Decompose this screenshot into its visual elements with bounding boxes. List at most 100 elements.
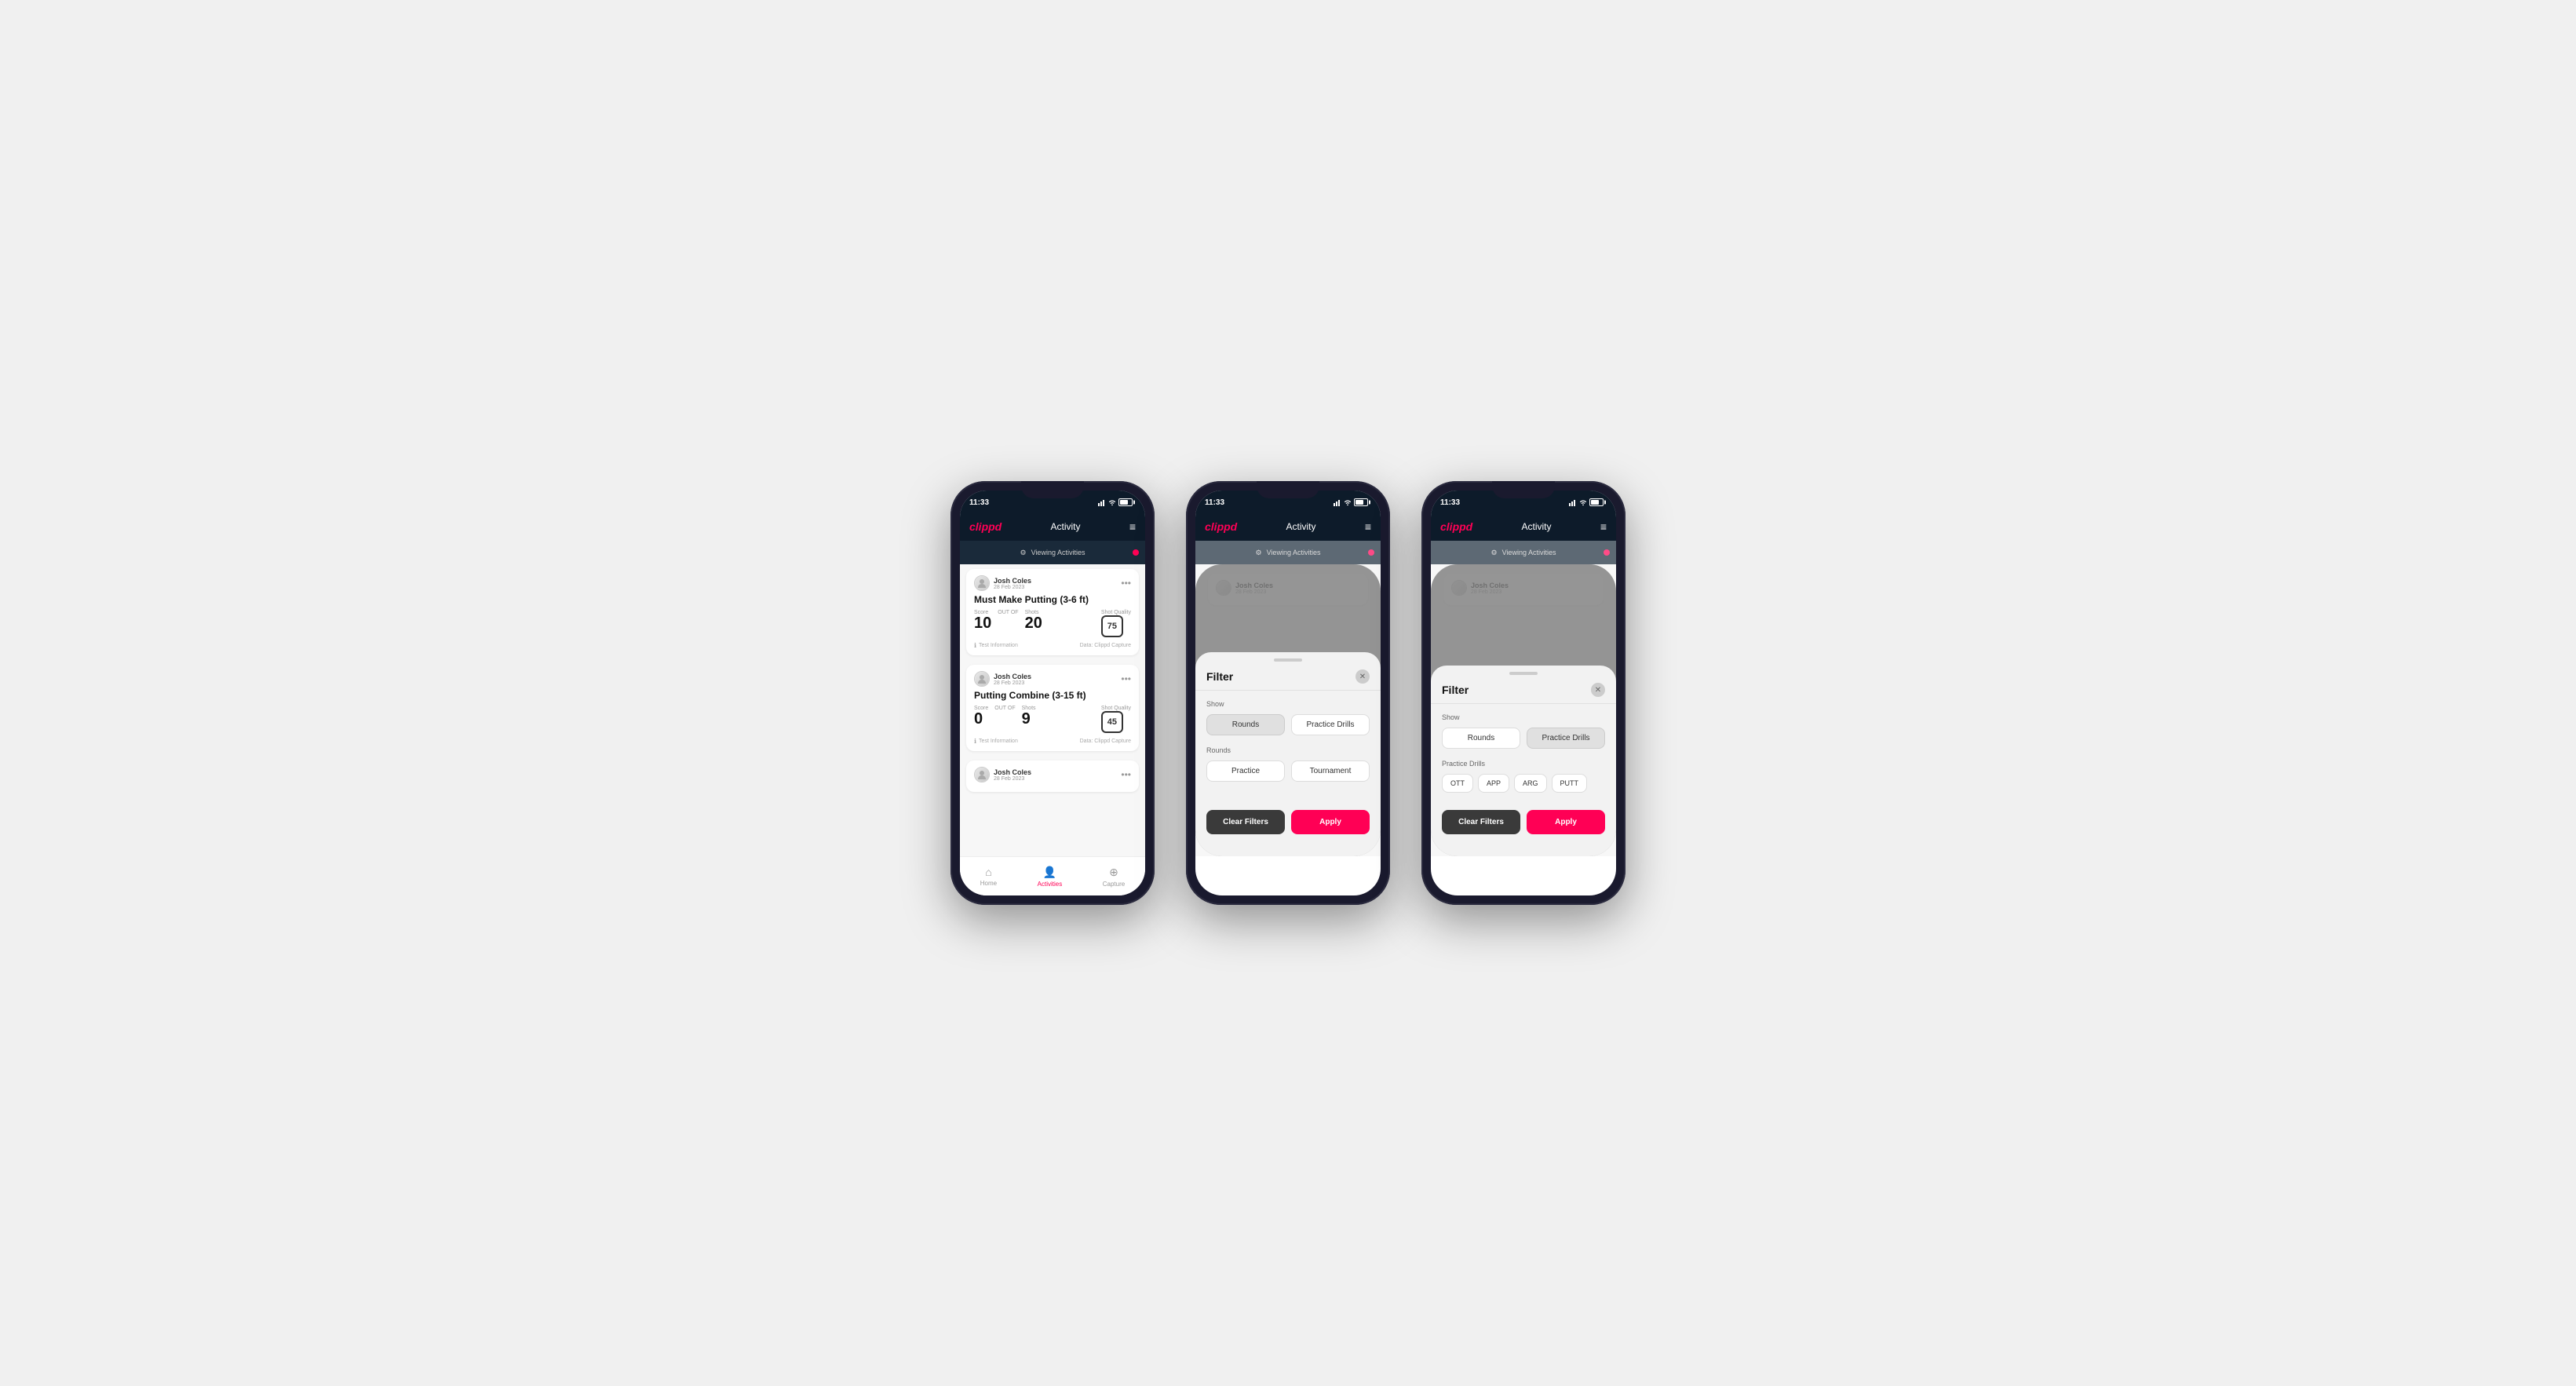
- drill-arg-3[interactable]: ARG: [1514, 774, 1547, 793]
- status-icons-2: [1334, 498, 1368, 506]
- more-dots-3[interactable]: •••: [1121, 769, 1131, 780]
- capture-label-1: Capture: [1103, 881, 1125, 888]
- wifi-icon-1: [1108, 498, 1116, 506]
- card-header-3: Josh Coles 28 Feb 2023 •••: [974, 767, 1131, 782]
- phone-screen-1: 11:33 clippd Activity ≡ ⚙ Viewing Activi…: [960, 491, 1145, 895]
- score-value-1: 10: [974, 615, 991, 632]
- phone-1: 11:33 clippd Activity ≡ ⚙ Viewing Activi…: [950, 481, 1155, 905]
- user-info-2: Josh Coles 28 Feb 2023: [974, 671, 1031, 687]
- nav-capture-1[interactable]: ⊕ Capture: [1103, 866, 1125, 888]
- tournament-btn-2[interactable]: Tournament: [1291, 760, 1370, 782]
- nav-home-1[interactable]: ⌂ Home: [980, 866, 997, 887]
- viewing-bar-3[interactable]: ⚙ Viewing Activities: [1431, 541, 1616, 564]
- filter-header-3: Filter ✕: [1431, 675, 1616, 704]
- filter-modal-3: Filter ✕ Show Rounds Practice Drills Pra…: [1431, 666, 1616, 856]
- phone-screen-3: 11:33 clippd Activity ≡ ⚙ Viewing Activi…: [1431, 491, 1616, 895]
- clear-btn-2[interactable]: Clear Filters: [1206, 810, 1285, 834]
- bg-content-3: Josh Coles 28 Feb 2023 Filter ✕: [1431, 564, 1616, 856]
- app-logo-2: clippd: [1205, 520, 1237, 533]
- phone-notch-1: [1021, 481, 1084, 498]
- viewing-dot-1: [1133, 549, 1139, 556]
- filter-overlay-2: Filter ✕ Show Rounds Practice Drills Rou…: [1195, 564, 1381, 856]
- show-buttons-3: Rounds Practice Drills: [1442, 728, 1605, 749]
- status-time-2: 11:33: [1205, 498, 1224, 507]
- user-info-1: Josh Coles 28 Feb 2023: [974, 575, 1031, 591]
- status-icons-1: [1098, 498, 1133, 506]
- filter-close-2[interactable]: ✕: [1356, 669, 1370, 684]
- filter-footer-3: Clear Filters Apply: [1431, 802, 1616, 845]
- drill-app-3[interactable]: APP: [1478, 774, 1509, 793]
- menu-icon-3[interactable]: ≡: [1600, 520, 1607, 533]
- user-date-3: 28 Feb 2023: [994, 776, 1031, 782]
- nav-activities-1[interactable]: 👤 Activities: [1038, 866, 1063, 888]
- card-title-2: Putting Combine (3-15 ft): [974, 690, 1131, 701]
- more-dots-2[interactable]: •••: [1121, 673, 1131, 684]
- sq-value-2: 45: [1101, 711, 1123, 733]
- avatar-icon-2: [976, 673, 987, 684]
- sq-label-2: Shot Quality: [1101, 706, 1131, 711]
- home-label-1: Home: [980, 880, 997, 887]
- viewing-bar-text-1: Viewing Activities: [1031, 549, 1085, 556]
- avatar-icon-1: [976, 578, 987, 589]
- viewing-bar-2[interactable]: ⚙ Viewing Activities: [1195, 541, 1381, 564]
- practice-drills-btn-3[interactable]: Practice Drills: [1527, 728, 1605, 749]
- phone-3: 11:33 clippd Activity ≡ ⚙ Viewing Activi…: [1421, 481, 1626, 905]
- avatar-icon-3: [976, 769, 987, 780]
- nav-title-1: Activity: [1051, 521, 1081, 532]
- phone-notch-3: [1492, 481, 1555, 498]
- card-header-2: Josh Coles 28 Feb 2023 •••: [974, 671, 1131, 687]
- phone-2: 11:33 clippd Activity ≡ ⚙ Viewing Activi…: [1186, 481, 1390, 905]
- apply-btn-2[interactable]: Apply: [1291, 810, 1370, 834]
- practice-btn-2[interactable]: Practice: [1206, 760, 1285, 782]
- viewing-bar-text-2: Viewing Activities: [1267, 549, 1321, 556]
- filter-close-3[interactable]: ✕: [1591, 683, 1605, 697]
- clear-btn-3[interactable]: Clear Filters: [1442, 810, 1520, 834]
- apply-btn-3[interactable]: Apply: [1527, 810, 1605, 834]
- nav-bar-1: clippd Activity ≡: [960, 512, 1145, 541]
- activities-label-1: Activities: [1038, 881, 1063, 888]
- footer-left-2: ℹ Test Information: [974, 738, 1018, 745]
- app-logo-3: clippd: [1440, 520, 1472, 533]
- battery-icon-3: [1589, 498, 1604, 506]
- card-title-1: Must Make Putting (3-6 ft): [974, 594, 1131, 605]
- home-icon-1: ⌂: [985, 866, 991, 878]
- viewing-bar-text-3: Viewing Activities: [1502, 549, 1556, 556]
- activities-icon-1: 👤: [1043, 866, 1056, 879]
- nav-title-3: Activity: [1522, 521, 1552, 532]
- nav-title-2: Activity: [1286, 521, 1316, 532]
- more-dots-1[interactable]: •••: [1121, 578, 1131, 589]
- card-header-1: Josh Coles 28 Feb 2023 •••: [974, 575, 1131, 591]
- status-time-3: 11:33: [1440, 498, 1460, 507]
- battery-icon-2: [1354, 498, 1368, 506]
- bottom-nav-1: ⌂ Home 👤 Activities ⊕ Capture: [960, 856, 1145, 895]
- rounds-label-2: Rounds: [1206, 746, 1370, 754]
- drill-buttons-3: OTT APP ARG PUTT: [1442, 774, 1605, 793]
- shot-quality-1: Shot Quality 75: [1101, 610, 1131, 637]
- user-date-2: 28 Feb 2023: [994, 680, 1031, 686]
- user-info-3: Josh Coles 28 Feb 2023: [974, 767, 1031, 782]
- viewing-bar-1[interactable]: ⚙ Viewing Activities: [960, 541, 1145, 564]
- activity-card-1: Josh Coles 28 Feb 2023 ••• Must Make Put…: [966, 569, 1139, 655]
- drill-ott-3[interactable]: OTT: [1442, 774, 1473, 793]
- menu-icon-1[interactable]: ≡: [1129, 520, 1136, 533]
- drill-putt-3[interactable]: PUTT: [1552, 774, 1588, 793]
- practice-drills-btn-2[interactable]: Practice Drills: [1291, 714, 1370, 735]
- user-name-3: Josh Coles: [994, 768, 1031, 776]
- out-of-2: OUT OF: [994, 706, 1015, 711]
- activity-card-3: Josh Coles 28 Feb 2023 •••: [966, 760, 1139, 792]
- viewing-icon-2: ⚙: [1256, 549, 1262, 557]
- out-of-1: OUT OF: [998, 610, 1018, 615]
- rounds-btn-2[interactable]: Rounds: [1206, 714, 1285, 735]
- card-stats-1: Score 10 OUT OF Shots 20 Shot Quality 75: [974, 610, 1131, 637]
- phone-notch-2: [1257, 481, 1319, 498]
- rounds-btn-3[interactable]: Rounds: [1442, 728, 1520, 749]
- menu-icon-2[interactable]: ≡: [1365, 520, 1371, 533]
- filter-body-3: Show Rounds Practice Drills Practice Dri…: [1431, 704, 1616, 802]
- user-date-1: 28 Feb 2023: [994, 585, 1031, 590]
- score-value-2: 0: [974, 710, 983, 728]
- viewing-dot-2: [1368, 549, 1374, 556]
- signal-icon-2: [1334, 498, 1341, 506]
- sq-value-1: 75: [1101, 615, 1123, 637]
- practice-drills-label-3: Practice Drills: [1442, 760, 1605, 768]
- nav-bar-2: clippd Activity ≡: [1195, 512, 1381, 541]
